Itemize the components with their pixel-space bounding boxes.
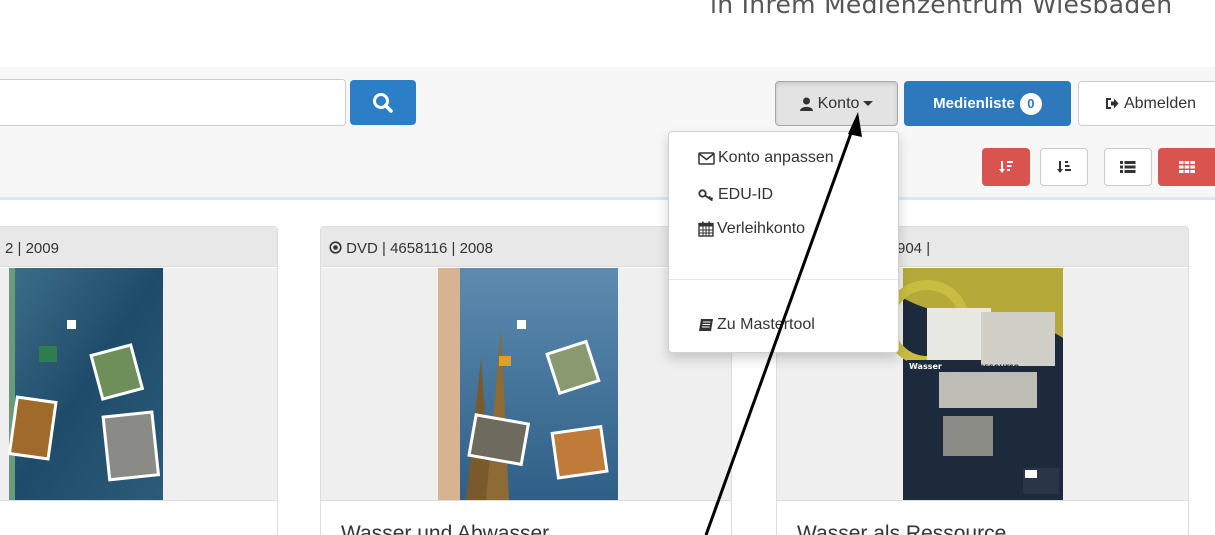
sort-ascending-button[interactable] bbox=[1040, 148, 1088, 186]
card-divider bbox=[777, 500, 1188, 501]
svg-text:Wasser: Wasser bbox=[909, 362, 942, 371]
book-icon bbox=[699, 319, 713, 331]
svg-text:als Ressource: als Ressource bbox=[957, 362, 1020, 371]
key-icon bbox=[698, 188, 714, 201]
medienliste-label: Medienliste bbox=[933, 95, 1015, 112]
cover-image bbox=[0, 268, 277, 500]
list-view-button[interactable] bbox=[1104, 148, 1152, 186]
medienliste-button[interactable]: Medienliste 0 bbox=[904, 81, 1071, 126]
sign-out-icon bbox=[1105, 98, 1119, 109]
menu-item-konto-anpassen[interactable]: Konto anpassen bbox=[698, 149, 834, 167]
user-icon bbox=[799, 97, 813, 111]
abmelden-label: Abmelden bbox=[1123, 94, 1197, 112]
grid-view-button[interactable] bbox=[1158, 148, 1215, 186]
search-icon bbox=[373, 92, 393, 113]
abmelden-button[interactable]: Abmelden bbox=[1078, 81, 1215, 126]
card-divider bbox=[321, 500, 731, 501]
menu-item-zu-mastertool[interactable]: Zu Mastertool bbox=[698, 316, 815, 334]
card-title[interactable]: Wasser als Ressource bbox=[797, 522, 1006, 535]
card-title[interactable]: Wasser und Abwasser bbox=[341, 522, 549, 535]
sort-descending-icon bbox=[999, 161, 1013, 173]
caret-down-icon bbox=[863, 101, 874, 106]
konto-dropdown-menu: Konto anpassen EDU-ID Verleihkonto Zu Ma… bbox=[668, 131, 899, 353]
menu-item-edu-id[interactable]: EDU-ID bbox=[698, 186, 773, 204]
medienliste-count-badge: 0 bbox=[1019, 92, 1042, 115]
calendar-icon bbox=[698, 221, 714, 237]
search-button[interactable] bbox=[350, 80, 416, 125]
results-toolbar bbox=[0, 142, 1215, 200]
grid-view-icon bbox=[1178, 161, 1195, 173]
card-divider bbox=[0, 500, 277, 501]
menu-item-verleihkonto[interactable]: Verleihkonto bbox=[698, 220, 805, 238]
sort-ascending-icon bbox=[1057, 161, 1071, 173]
dvd-radio-icon bbox=[329, 241, 342, 254]
envelope-icon bbox=[698, 151, 715, 165]
sort-descending-button[interactable] bbox=[982, 148, 1030, 186]
media-card[interactable]: 2 | 2009 bbox=[0, 226, 278, 535]
konto-label: Konto bbox=[817, 94, 860, 112]
search-input[interactable] bbox=[0, 79, 346, 126]
konto-dropdown-button[interactable]: Konto bbox=[775, 81, 898, 126]
menu-divider bbox=[669, 279, 898, 280]
header-title: in Ihrem Medienzentrum Wiesbaden bbox=[710, 0, 1173, 19]
list-view-icon bbox=[1120, 161, 1136, 173]
card-meta: 2 | 2009 bbox=[0, 227, 277, 267]
card-cover-area bbox=[0, 268, 277, 500]
